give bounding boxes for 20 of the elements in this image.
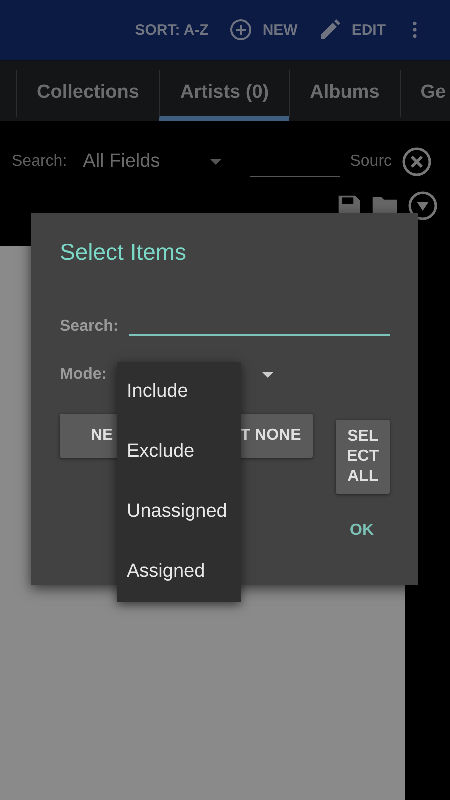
- close-icon[interactable]: [402, 147, 432, 177]
- filter-icon[interactable]: [408, 191, 438, 221]
- menu-option[interactable]: Unassigned: [127, 501, 241, 523]
- dropdown-arrow-icon[interactable]: [262, 372, 274, 378]
- sort-button[interactable]: SORT: A-Z: [135, 22, 209, 38]
- source-label: Sourc: [350, 153, 394, 171]
- more-icon[interactable]: [412, 21, 418, 39]
- dialog-title: Select Items: [60, 239, 188, 266]
- field-dropdown[interactable]: All Fields: [83, 151, 222, 173]
- dropdown-arrow-icon: [210, 159, 222, 165]
- ok-button[interactable]: OK: [350, 522, 374, 540]
- menu-option[interactable]: Include: [127, 381, 241, 403]
- plus-circle-icon: [228, 18, 253, 42]
- menu-option[interactable]: Assigned: [127, 561, 241, 583]
- edit-button[interactable]: EDIT: [318, 18, 386, 42]
- search-label: Search:: [60, 318, 119, 336]
- mode-label: Mode:: [60, 366, 108, 384]
- search-label: Search:: [12, 153, 68, 171]
- select-all-button[interactable]: SEL ECT ALL: [336, 420, 390, 494]
- new-button[interactable]: NEW: [228, 18, 298, 42]
